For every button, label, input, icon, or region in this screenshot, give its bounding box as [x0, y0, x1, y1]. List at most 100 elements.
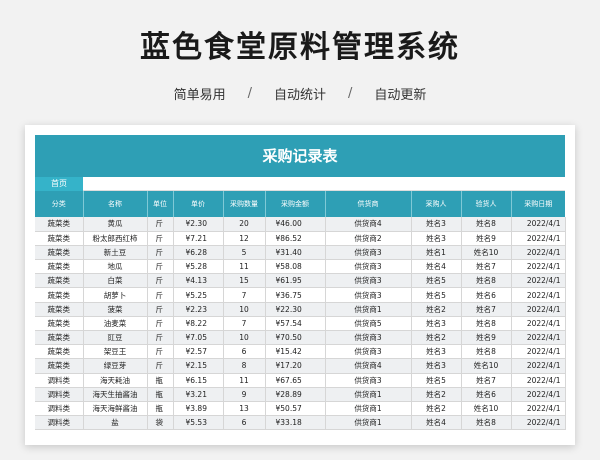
cell-unit[interactable]: 斤: [147, 217, 174, 232]
cell-purchaser[interactable]: 姓名5: [411, 373, 462, 388]
cell-price[interactable]: ¥4.13: [173, 273, 224, 289]
cell-quantity[interactable]: 6: [223, 415, 266, 431]
cell-inspector[interactable]: 姓名9: [461, 330, 512, 346]
cell-date[interactable]: 2022/4/1: [511, 387, 566, 402]
cell-quantity[interactable]: 6: [223, 344, 266, 360]
cell-date[interactable]: 2022/4/1: [511, 273, 566, 289]
cell-name[interactable]: 海天耗油: [83, 373, 148, 388]
cell-name[interactable]: 架豆王: [83, 344, 148, 360]
cell-unit[interactable]: 斤: [147, 358, 174, 374]
cell-category[interactable]: 蔬菜类: [35, 302, 84, 317]
cell-purchaser[interactable]: 姓名4: [411, 259, 462, 275]
cell-unit[interactable]: 瓶: [147, 373, 174, 388]
cell-price[interactable]: ¥8.22: [173, 316, 224, 332]
cell-category[interactable]: 蔬菜类: [35, 231, 84, 246]
cell-quantity[interactable]: 5: [223, 245, 266, 261]
cell-supplier[interactable]: 供货商1: [325, 415, 412, 431]
table-row[interactable]: 调料类 海天海鲜酱油瓶 ¥3.89 13 ¥50.57 供货商1 姓名2 姓名10 2022/4…: [35, 401, 566, 417]
cell-category[interactable]: 蔬菜类: [35, 273, 84, 289]
cell-supplier[interactable]: 供货商3: [325, 259, 412, 275]
cell-inspector[interactable]: 姓名8: [461, 217, 512, 232]
table-row[interactable]: 蔬菜类 黄瓜斤 ¥2.30 20 ¥46.00 供货商4 姓名3 姓名8 2022/4/1: [35, 217, 566, 232]
cell-category[interactable]: 调料类: [35, 387, 84, 402]
cell-name[interactable]: 白菜: [83, 273, 148, 289]
cell-unit[interactable]: 瓶: [147, 401, 174, 417]
cell-date[interactable]: 2022/4/1: [511, 344, 566, 360]
cell-purchaser[interactable]: 姓名3: [411, 217, 462, 232]
cell-date[interactable]: 2022/4/1: [511, 259, 566, 275]
cell-amount[interactable]: ¥28.89: [265, 387, 326, 402]
cell-purchaser[interactable]: 姓名4: [411, 415, 462, 431]
table-row[interactable]: 调料类盐袋 ¥5.53 6 ¥33.18 供货商1 姓名4 姓名8 2022/4/1: [35, 415, 566, 431]
cell-price[interactable]: ¥5.25: [173, 287, 224, 303]
table-row[interactable]: 蔬菜类 菠菜斤 ¥2.23 10 ¥22.30 供货商1 姓名2 姓名7 2022/4/1: [35, 302, 566, 317]
cell-inspector[interactable]: 姓名7: [461, 259, 512, 275]
home-tab-button[interactable]: 首页: [35, 177, 83, 191]
cell-supplier[interactable]: 供货商3: [325, 287, 412, 303]
cell-unit[interactable]: 斤: [147, 259, 174, 275]
cell-date[interactable]: 2022/4/1: [511, 358, 566, 374]
cell-price[interactable]: ¥2.30: [173, 217, 224, 232]
cell-purchaser[interactable]: 姓名1: [411, 245, 462, 261]
cell-category[interactable]: 蔬菜类: [35, 245, 84, 261]
cell-price[interactable]: ¥6.15: [173, 373, 224, 388]
cell-category[interactable]: 蔬菜类: [35, 344, 84, 360]
cell-quantity[interactable]: 10: [223, 302, 266, 317]
cell-category[interactable]: 蔬菜类: [35, 217, 84, 232]
cell-price[interactable]: ¥6.28: [173, 245, 224, 261]
cell-name[interactable]: 盐: [83, 415, 148, 431]
cell-supplier[interactable]: 供货商3: [325, 273, 412, 289]
cell-unit[interactable]: 袋: [147, 415, 174, 431]
cell-amount[interactable]: ¥46.00: [265, 217, 326, 232]
cell-inspector[interactable]: 姓名6: [461, 387, 512, 402]
cell-amount[interactable]: ¥50.57: [265, 401, 326, 417]
table-row[interactable]: 调料类 海天生抽酱油瓶 ¥3.21 9 ¥28.89 供货商1 姓名2 姓名6 2022/4/1: [35, 387, 566, 402]
table-row[interactable]: 调料类 海天耗油瓶 ¥6.15 11 ¥67.65 供货商3 姓名5 姓名7 2022/4/1: [35, 373, 566, 388]
cell-purchaser[interactable]: 姓名3: [411, 231, 462, 246]
cell-price[interactable]: ¥3.21: [173, 387, 224, 402]
cell-supplier[interactable]: 供货商4: [325, 217, 412, 232]
cell-date[interactable]: 2022/4/1: [511, 415, 566, 431]
cell-quantity[interactable]: 11: [223, 259, 266, 275]
cell-price[interactable]: ¥2.15: [173, 358, 224, 374]
cell-date[interactable]: 2022/4/1: [511, 302, 566, 317]
cell-quantity[interactable]: 9: [223, 387, 266, 402]
cell-inspector[interactable]: 姓名8: [461, 316, 512, 332]
cell-price[interactable]: ¥2.57: [173, 344, 224, 360]
cell-purchaser[interactable]: 姓名5: [411, 273, 462, 289]
cell-quantity[interactable]: 15: [223, 273, 266, 289]
cell-supplier[interactable]: 供货商3: [325, 344, 412, 360]
cell-date[interactable]: 2022/4/1: [511, 287, 566, 303]
cell-inspector[interactable]: 姓名7: [461, 302, 512, 317]
cell-name[interactable]: 黄瓜: [83, 217, 148, 232]
cell-supplier[interactable]: 供货商1: [325, 401, 412, 417]
cell-price[interactable]: ¥7.21: [173, 231, 224, 246]
cell-unit[interactable]: 斤: [147, 287, 174, 303]
cell-amount[interactable]: ¥58.08: [265, 259, 326, 275]
cell-date[interactable]: 2022/4/1: [511, 330, 566, 346]
cell-amount[interactable]: ¥31.40: [265, 245, 326, 261]
cell-date[interactable]: 2022/4/1: [511, 316, 566, 332]
cell-inspector[interactable]: 姓名8: [461, 273, 512, 289]
cell-category[interactable]: 调料类: [35, 415, 84, 431]
cell-category[interactable]: 调料类: [35, 373, 84, 388]
cell-unit[interactable]: 斤: [147, 302, 174, 317]
cell-amount[interactable]: ¥33.18: [265, 415, 326, 431]
cell-price[interactable]: ¥5.28: [173, 259, 224, 275]
cell-unit[interactable]: 斤: [147, 231, 174, 246]
cell-amount[interactable]: ¥86.52: [265, 231, 326, 246]
table-row[interactable]: 蔬菜类 胡萝卜斤 ¥5.25 7 ¥36.75 供货商3 姓名5 姓名6 2022/4/1: [35, 287, 566, 303]
cell-category[interactable]: 蔬菜类: [35, 330, 84, 346]
cell-amount[interactable]: ¥17.20: [265, 358, 326, 374]
cell-date[interactable]: 2022/4/1: [511, 245, 566, 261]
cell-unit[interactable]: 斤: [147, 245, 174, 261]
table-row[interactable]: 蔬菜类 绿豆芽斤 ¥2.15 8 ¥17.20 供货商4 姓名3 姓名10 2022/4/1: [35, 358, 566, 374]
cell-purchaser[interactable]: 姓名3: [411, 316, 462, 332]
cell-purchaser[interactable]: 姓名3: [411, 358, 462, 374]
table-row[interactable]: 蔬菜类 白菜斤 ¥4.13 15 ¥61.95 供货商3 姓名5 姓名8 2022/4/1: [35, 273, 566, 289]
table-row[interactable]: 蔬菜类 豇豆斤 ¥7.05 10 ¥70.50 供货商3 姓名2 姓名9 2022/4/1: [35, 330, 566, 346]
cell-quantity[interactable]: 20: [223, 217, 266, 232]
cell-category[interactable]: 蔬菜类: [35, 316, 84, 332]
cell-inspector[interactable]: 姓名6: [461, 287, 512, 303]
cell-quantity[interactable]: 11: [223, 373, 266, 388]
